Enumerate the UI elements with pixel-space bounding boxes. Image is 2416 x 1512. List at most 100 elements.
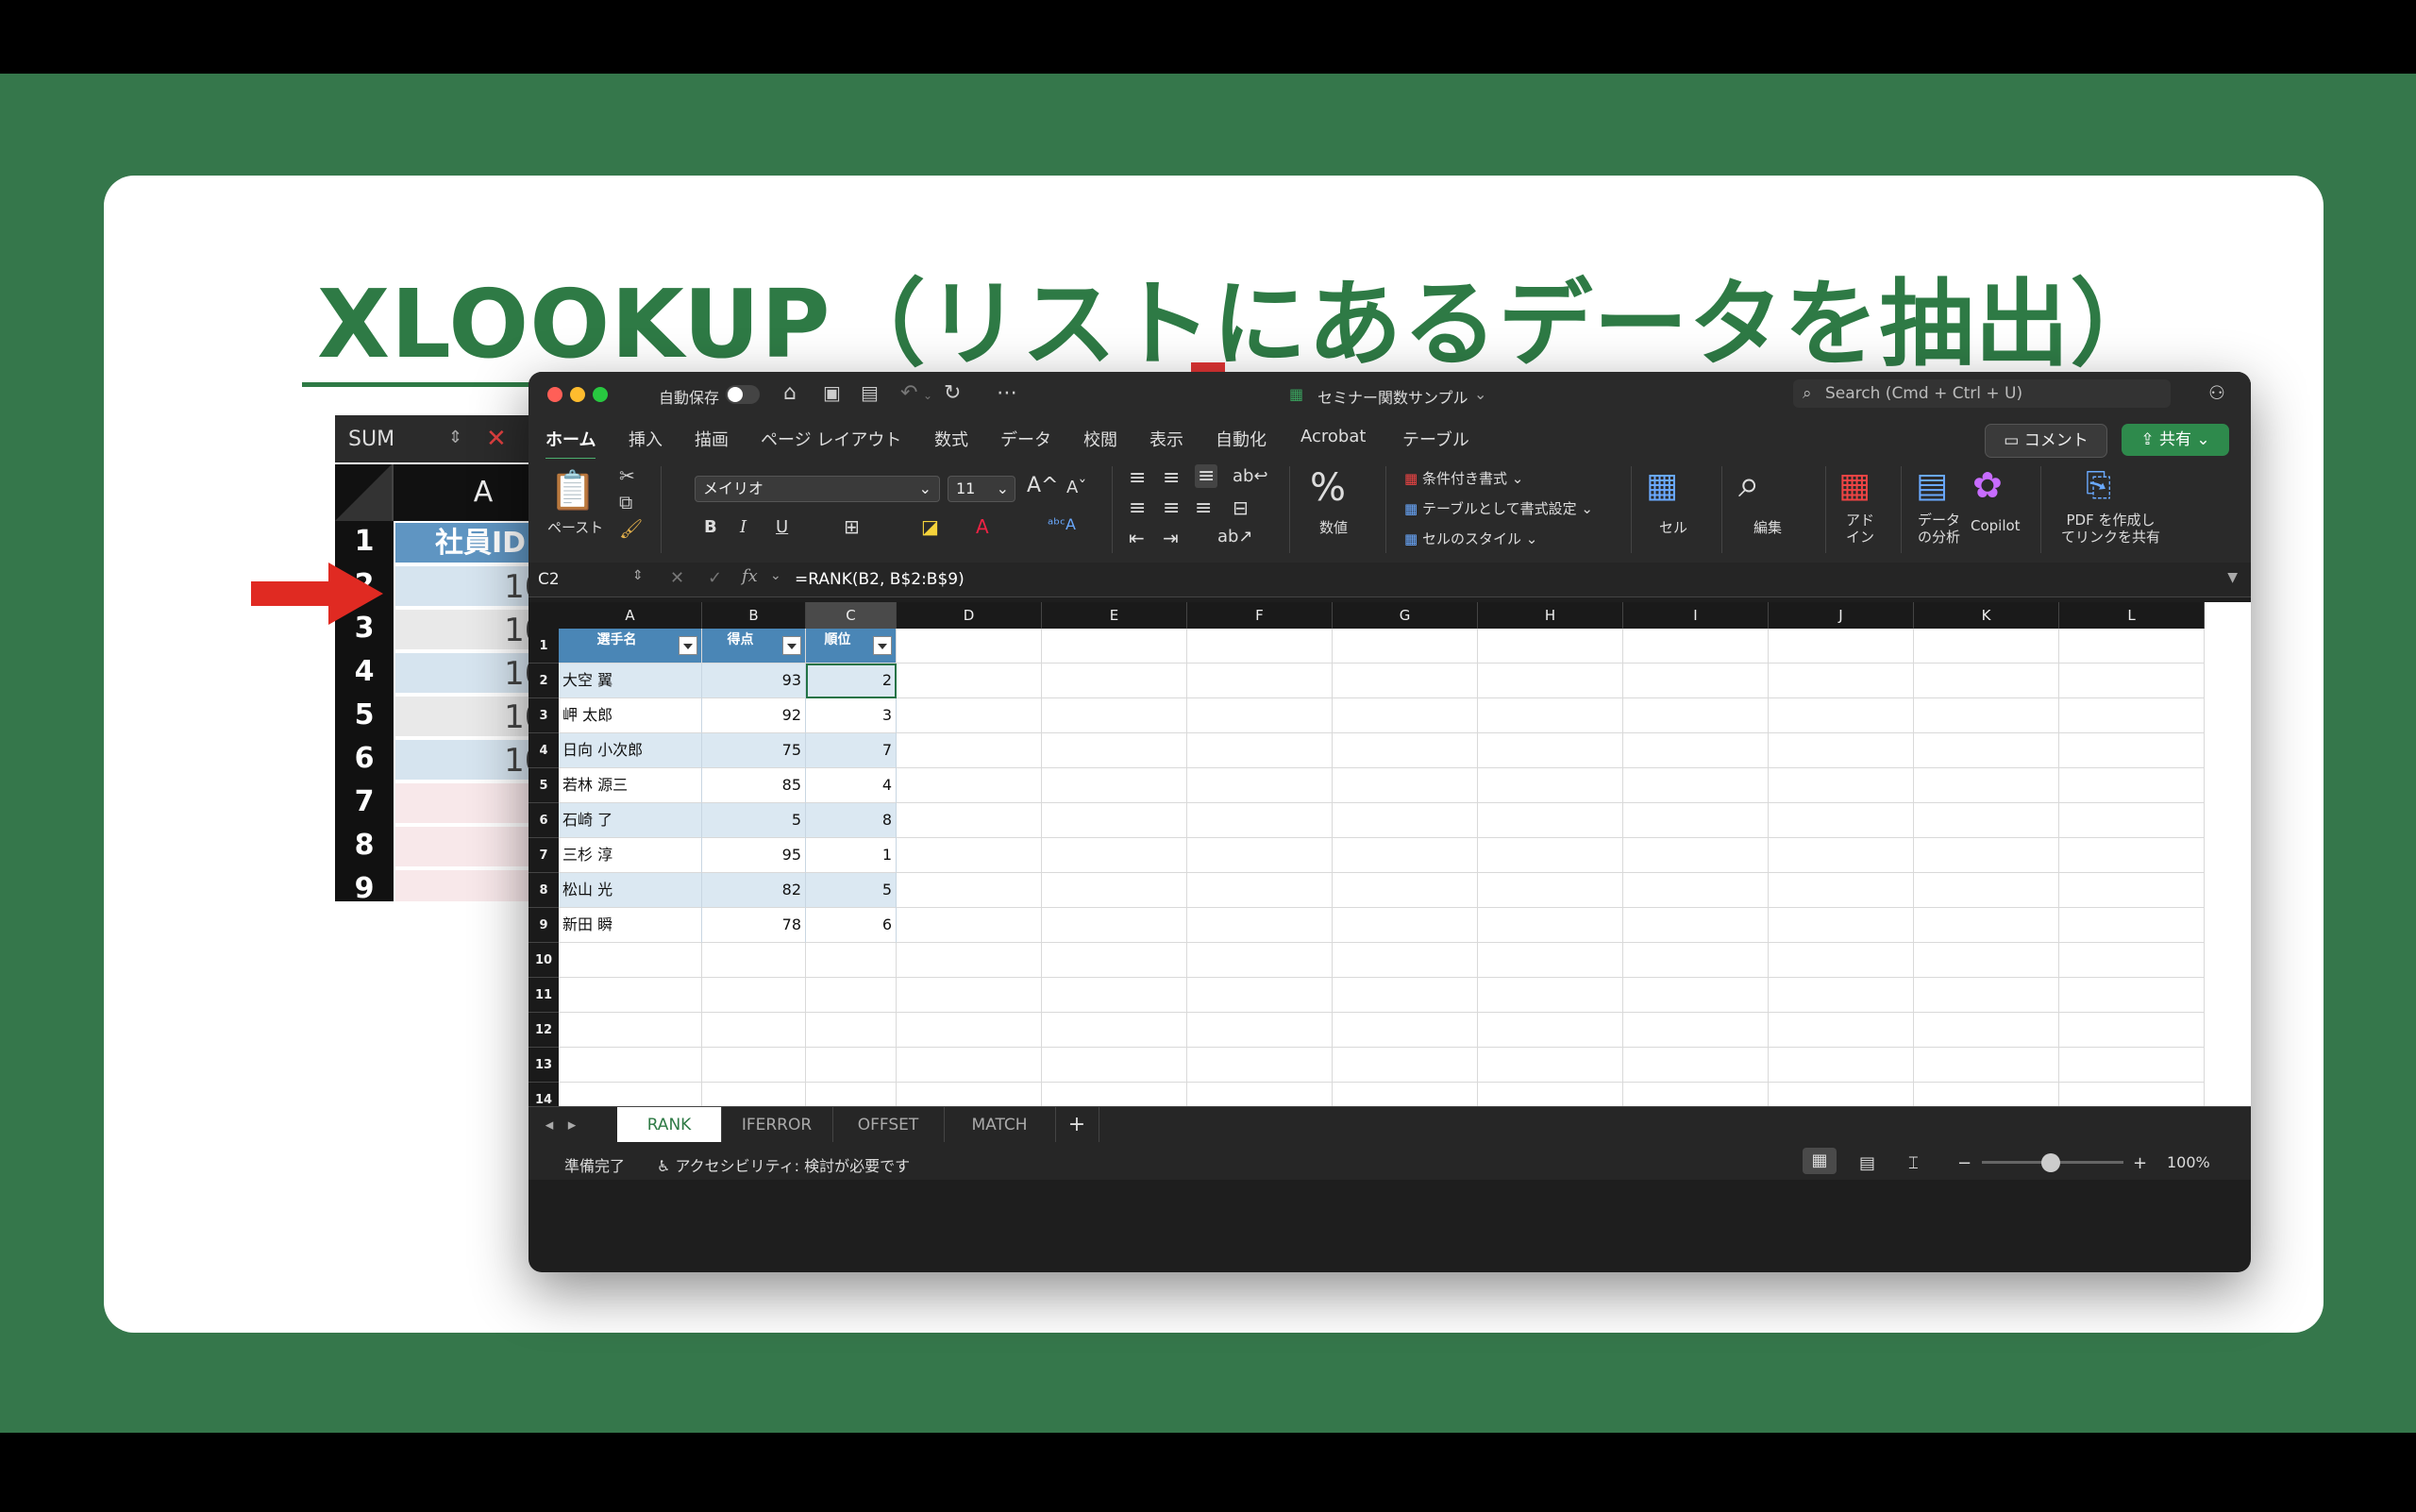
save-as-icon[interactable]: ▤ bbox=[861, 381, 879, 404]
row-header[interactable]: 1 bbox=[528, 629, 559, 664]
tab-home[interactable]: ホーム bbox=[545, 427, 596, 461]
cell[interactable] bbox=[1333, 1048, 1478, 1083]
cell[interactable] bbox=[1333, 733, 1478, 768]
tab-draw[interactable]: 描画 bbox=[695, 427, 729, 451]
phonetic-icon[interactable]: ᵃᵇᶜA bbox=[1048, 515, 1076, 533]
cell[interactable] bbox=[1187, 873, 1333, 908]
cell[interactable] bbox=[1333, 1013, 1478, 1048]
cell[interactable] bbox=[1623, 908, 1769, 943]
cell[interactable] bbox=[1042, 1083, 1187, 1106]
cell[interactable] bbox=[1769, 873, 1914, 908]
fill-color-icon[interactable]: ◪ bbox=[921, 515, 939, 538]
cell[interactable] bbox=[2059, 1013, 2205, 1048]
title-chevron-icon[interactable]: ⌄ bbox=[1474, 385, 1486, 403]
tab-table[interactable]: テーブル bbox=[1402, 427, 1469, 451]
cell[interactable] bbox=[806, 1048, 897, 1083]
cell[interactable] bbox=[1187, 768, 1333, 803]
cell[interactable] bbox=[1769, 733, 1914, 768]
cell[interactable] bbox=[1769, 1013, 1914, 1048]
cell[interactable] bbox=[2059, 978, 2205, 1013]
cell[interactable] bbox=[1914, 733, 2059, 768]
cell[interactable] bbox=[1769, 664, 1914, 698]
cell[interactable] bbox=[2059, 1083, 2205, 1106]
cell[interactable] bbox=[1042, 838, 1187, 873]
page-layout-view-icon[interactable]: ▤ bbox=[1859, 1153, 1875, 1173]
expand-formula-icon[interactable]: ▼ bbox=[2227, 570, 2238, 585]
cell[interactable] bbox=[1333, 838, 1478, 873]
decrease-indent-icon[interactable]: ⇤ bbox=[1129, 527, 1145, 549]
zoom-out-button[interactable]: − bbox=[1957, 1153, 1971, 1173]
next-sheet-icon[interactable]: ▸ bbox=[561, 1107, 583, 1143]
undo-dropdown-icon[interactable]: ⌄ bbox=[923, 389, 932, 402]
cell[interactable] bbox=[1042, 803, 1187, 838]
cell[interactable] bbox=[1623, 629, 1769, 664]
tab-formulas[interactable]: 数式 bbox=[934, 427, 968, 451]
search-field[interactable]: ⌕ Search (Cmd + Ctrl + U) bbox=[1793, 379, 2171, 408]
cell[interactable] bbox=[1914, 1013, 2059, 1048]
rank-cell[interactable]: 1 bbox=[806, 838, 897, 873]
cell[interactable] bbox=[1769, 768, 1914, 803]
score-cell[interactable]: 5 bbox=[702, 803, 806, 838]
cell[interactable] bbox=[1623, 803, 1769, 838]
cell[interactable] bbox=[1623, 943, 1769, 978]
cell[interactable] bbox=[897, 838, 1042, 873]
cell[interactable] bbox=[1187, 838, 1333, 873]
column-header[interactable]: E bbox=[1042, 602, 1187, 629]
column-header[interactable]: C bbox=[806, 602, 897, 629]
cell[interactable] bbox=[1333, 803, 1478, 838]
sheet-tab-rank[interactable]: RANK bbox=[617, 1107, 722, 1143]
player-name-cell[interactable]: 石崎 了 bbox=[559, 803, 702, 838]
cell[interactable] bbox=[1333, 664, 1478, 698]
row-header[interactable]: 3 bbox=[528, 698, 559, 733]
cell[interactable] bbox=[1187, 733, 1333, 768]
cell[interactable] bbox=[1623, 698, 1769, 733]
cell[interactable] bbox=[1042, 908, 1187, 943]
cell[interactable] bbox=[897, 1013, 1042, 1048]
orientation-icon[interactable]: ab↗ bbox=[1217, 527, 1253, 546]
undo-icon[interactable]: ↶ bbox=[900, 381, 917, 405]
row-header[interactable]: 12 bbox=[528, 1013, 559, 1048]
cell[interactable] bbox=[1623, 838, 1769, 873]
create-pdf-icon[interactable]: ⎘ bbox=[2086, 466, 2111, 504]
cell[interactable] bbox=[1042, 1013, 1187, 1048]
cell[interactable] bbox=[1623, 1013, 1769, 1048]
player-name-cell[interactable]: 若林 源三 bbox=[559, 768, 702, 803]
cell[interactable] bbox=[559, 943, 702, 978]
cell[interactable] bbox=[1623, 1083, 1769, 1106]
cell[interactable] bbox=[1478, 838, 1623, 873]
cell[interactable] bbox=[2059, 873, 2205, 908]
cell[interactable] bbox=[806, 943, 897, 978]
cells-icon[interactable]: ▦ bbox=[1646, 466, 1678, 505]
cell[interactable] bbox=[702, 1048, 806, 1083]
cell[interactable] bbox=[897, 943, 1042, 978]
addins-icon[interactable]: ▦ bbox=[1838, 466, 1871, 505]
score-cell[interactable]: 93 bbox=[702, 664, 806, 698]
cell[interactable] bbox=[1914, 1048, 2059, 1083]
cell[interactable] bbox=[1042, 733, 1187, 768]
font-size-dropdown[interactable]: 11 ⌄ bbox=[948, 476, 1015, 502]
shrink-font-icon[interactable]: Aˇ bbox=[1066, 478, 1086, 497]
cell[interactable] bbox=[1769, 1083, 1914, 1106]
cell[interactable] bbox=[1478, 768, 1623, 803]
column-header[interactable]: L bbox=[2059, 602, 2205, 629]
column-header[interactable]: B bbox=[702, 602, 806, 629]
row-header[interactable]: 13 bbox=[528, 1048, 559, 1083]
redo-icon[interactable]: ↻ bbox=[944, 381, 961, 405]
cell[interactable] bbox=[1478, 664, 1623, 698]
align-bottom-icon[interactable]: ≡ bbox=[1195, 464, 1218, 488]
increase-indent-icon[interactable]: ⇥ bbox=[1163, 527, 1179, 549]
filter-dropdown-icon[interactable] bbox=[679, 636, 697, 655]
player-name-cell[interactable]: 三杉 淳 bbox=[559, 838, 702, 873]
cell[interactable] bbox=[1914, 698, 2059, 733]
row-header[interactable]: 11 bbox=[528, 978, 559, 1013]
cell[interactable] bbox=[1187, 1083, 1333, 1106]
find-icon[interactable]: ⌕ bbox=[1738, 462, 1759, 506]
tab-page-layout[interactable]: ページ レイアウト bbox=[761, 427, 901, 451]
cut-icon[interactable]: ✂ bbox=[619, 464, 635, 487]
rank-cell[interactable]: 4 bbox=[806, 768, 897, 803]
font-name-dropdown[interactable]: メイリオ ⌄ bbox=[695, 476, 940, 502]
cell[interactable] bbox=[1333, 629, 1478, 664]
rank-cell[interactable]: 5 bbox=[806, 873, 897, 908]
zoom-in-button[interactable]: + bbox=[2133, 1153, 2147, 1173]
align-top-icon[interactable]: ≡ bbox=[1129, 466, 1146, 490]
